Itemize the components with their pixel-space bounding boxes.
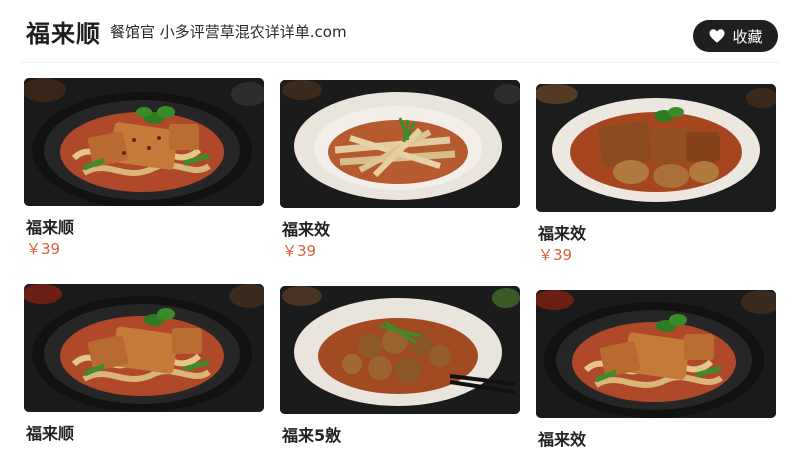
dish-image-tofu-noodles <box>536 290 776 418</box>
dish-name: 福来5敫 <box>282 426 342 445</box>
dish-card[interactable]: 福来效 ￥39 <box>280 80 520 260</box>
dish-card[interactable]: 福来效 ￥39 <box>536 84 776 264</box>
dish-card[interactable]: 福来顺 <box>24 284 264 443</box>
dish-name: 福来效 <box>538 430 587 449</box>
page-subtitle: 餐馆官 小多评营草混农详详单.com <box>110 23 347 41</box>
dish-name: 福来效 <box>282 220 331 239</box>
heart-icon <box>708 27 726 45</box>
dish-image-noodles <box>280 80 520 208</box>
favorite-label: 收藏 <box>732 27 763 46</box>
dish-image-braised-meat <box>536 84 776 212</box>
dish-name: 福来效 <box>538 224 587 243</box>
dish-card[interactable]: 福来顺 ￥39 <box>24 78 264 258</box>
dish-price: ￥39 <box>538 246 573 264</box>
dish-name: 福来顺 <box>26 424 75 443</box>
dish-price: ￥39 <box>26 240 61 258</box>
dish-price: ￥39 <box>282 242 317 260</box>
dish-name: 福来顺 <box>26 218 75 237</box>
page-header: 福来顺 餐馆官 小多评营草混农详详单.com 收藏 <box>0 0 800 70</box>
dish-image-tofu-noodles <box>24 78 264 206</box>
dish-image-tofu-noodles <box>24 284 264 412</box>
dish-image-braised-mushroom <box>280 286 520 414</box>
favorite-button[interactable]: 收藏 <box>693 20 778 52</box>
header-divider <box>20 62 780 63</box>
page-title: 福来顺 <box>26 20 101 48</box>
dish-card[interactable]: 福来效 <box>536 290 776 449</box>
dish-card[interactable]: 福来5敫 <box>280 286 520 445</box>
menu-page: 福来顺 餐馆官 小多评营草混农详详单.com 收藏 福来顺 ￥39 福来效 ￥3… <box>0 0 800 450</box>
